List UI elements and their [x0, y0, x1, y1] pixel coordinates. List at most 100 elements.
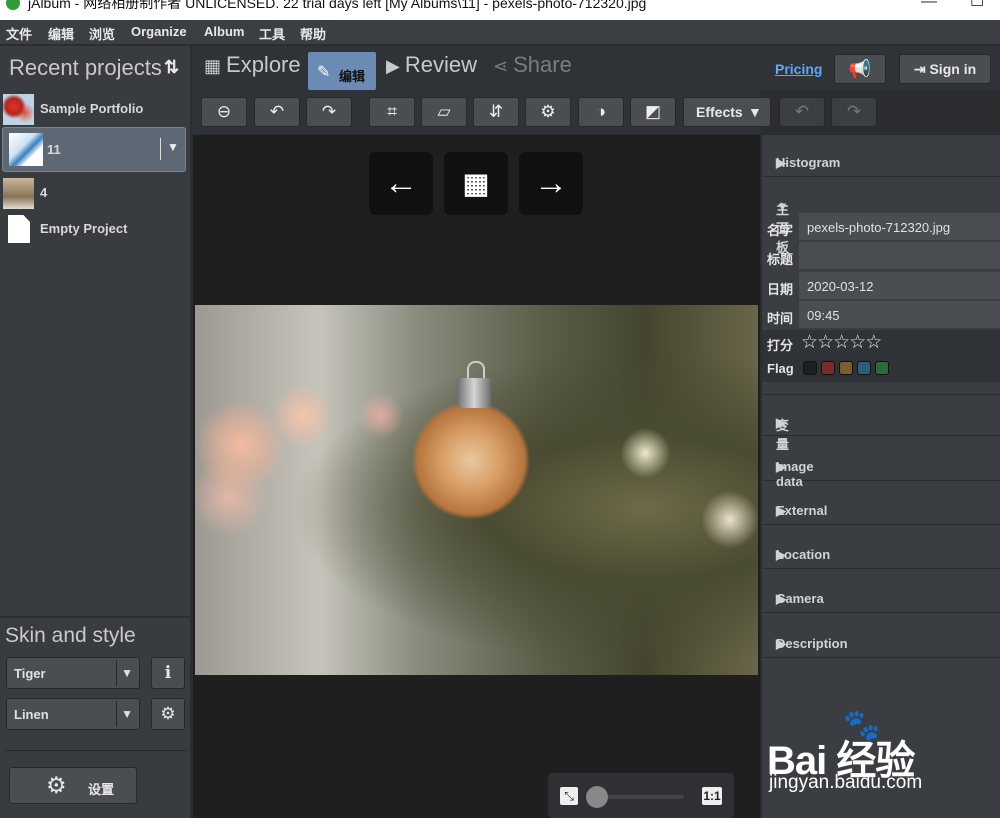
section-location[interactable]: ▶ Location: [762, 527, 1000, 569]
tab-explore-label: Explore: [226, 52, 301, 77]
tab-explore[interactable]: ▦ Explore: [204, 52, 301, 88]
project-item-4[interactable]: 4: [0, 174, 190, 212]
rating-stars[interactable]: ☆☆☆☆☆: [801, 331, 882, 354]
zoom-fit-icon[interactable]: ⤡: [560, 787, 578, 805]
grid-icon: ▦: [462, 168, 490, 199]
section-external[interactable]: ▶ External: [762, 483, 1000, 525]
tab-share[interactable]: ⋖ Share: [493, 52, 572, 88]
select-divider: [116, 660, 117, 686]
blank-file-icon: [8, 215, 30, 243]
grid-view-button[interactable]: ▦: [444, 152, 508, 215]
section-label: Histogram: [776, 155, 841, 170]
grid-icon: ▦: [204, 56, 222, 76]
star-icon[interactable]: ☆: [817, 332, 834, 353]
project-thumbnail: [3, 178, 34, 209]
prop-value-name[interactable]: pexels-photo-712320.jpg: [799, 213, 1000, 241]
skin-style-title: Skin and style: [5, 624, 136, 647]
previous-button[interactable]: ←: [369, 152, 433, 215]
section-variables[interactable]: ▶ 变量: [762, 394, 1000, 452]
star-icon[interactable]: ☆: [801, 332, 818, 353]
section-camera[interactable]: ▶ Camera: [762, 571, 1000, 613]
flip-icon: ⇵: [488, 102, 504, 121]
undo-button[interactable]: ↶: [779, 97, 825, 127]
minimize-icon[interactable]: —: [921, 0, 937, 10]
project-thumbnail: [9, 133, 43, 166]
contrast-button[interactable]: ◑: [578, 97, 624, 127]
chevron-down-icon: ▼: [748, 104, 762, 120]
prop-value-time[interactable]: 09:45: [799, 301, 1000, 329]
redo-button[interactable]: ↷: [831, 97, 877, 127]
sign-in-button[interactable]: ⇥ Sign in: [899, 54, 991, 84]
settings-button[interactable]: ⚙ 设置: [9, 767, 137, 804]
arrow-right-icon: →: [534, 164, 568, 202]
next-button[interactable]: →: [519, 152, 583, 215]
menu-edit[interactable]: 编辑: [48, 24, 74, 43]
skin-info-button[interactable]: ℹ: [151, 657, 185, 689]
rotate-left-button[interactable]: ↶: [254, 97, 300, 127]
maximize-icon[interactable]: ☐: [970, 0, 984, 10]
straighten-button[interactable]: ▱: [421, 97, 467, 127]
app-logo-icon: [6, 0, 20, 10]
zoom-slider-handle[interactable]: [586, 786, 608, 808]
minus-circle-icon: ⊖: [216, 102, 232, 121]
tab-review[interactable]: ▶ Review: [386, 52, 477, 88]
panel-divider: [5, 750, 187, 751]
window-title-bar: jAlbum - 网络相册制作者 UNLICENSED. 22 trial da…: [0, 0, 1000, 20]
prop-key-title: 标题: [767, 252, 794, 267]
flag-orange[interactable]: [839, 361, 853, 375]
style-select[interactable]: Linen ▼: [6, 698, 140, 730]
exposure-button[interactable]: ◩: [630, 97, 676, 127]
window-title: jAlbum - 网络相册制作者 UNLICENSED. 22 trial da…: [28, 0, 647, 11]
star-icon[interactable]: ☆: [833, 332, 850, 353]
sign-in-label: Sign in: [929, 61, 977, 77]
rotate-right-button[interactable]: ↷: [306, 97, 352, 127]
date-value: 2020-03-12: [807, 279, 874, 294]
announcement-button[interactable]: 📢: [834, 54, 886, 84]
exposure-icon: ◩: [644, 102, 662, 121]
item-divider: [160, 138, 161, 160]
tab-edit[interactable]: ✎ 编辑: [308, 52, 376, 90]
rotate-right-icon: ↷: [321, 102, 337, 121]
skin-select[interactable]: Tiger ▼: [6, 657, 140, 689]
chevron-down-icon[interactable]: ▼: [167, 140, 179, 154]
star-icon[interactable]: ☆: [849, 332, 866, 353]
gear-icon: ⚙: [540, 102, 556, 121]
pricing-link[interactable]: Pricing: [775, 61, 822, 77]
section-description[interactable]: ▶ Description: [762, 616, 1000, 658]
project-name: 11: [47, 142, 61, 157]
menu-file[interactable]: 文件: [6, 24, 32, 43]
project-item-sample-portfolio[interactable]: Sample Portfolio: [0, 90, 190, 128]
section-histogram[interactable]: ▶ Histogram: [762, 135, 1000, 177]
flip-button[interactable]: ⇵: [473, 97, 519, 127]
flag-none[interactable]: [803, 361, 817, 375]
menu-album[interactable]: Album: [204, 24, 244, 39]
menu-help[interactable]: 帮助: [300, 24, 326, 43]
flag-blue[interactable]: [857, 361, 871, 375]
settings-label: 设置: [88, 782, 115, 797]
project-item-empty[interactable]: Empty Project: [0, 210, 190, 248]
photo-preview[interactable]: [195, 305, 758, 675]
project-thumbnail: [3, 94, 34, 125]
section-image-data[interactable]: ▶ Image data: [762, 439, 1000, 489]
menu-tools[interactable]: 工具: [259, 24, 285, 43]
flag-red[interactable]: [821, 361, 835, 375]
tab-review-label: Review: [404, 52, 477, 77]
effects-label: Effects: [696, 104, 743, 120]
info-icon: ℹ: [164, 663, 172, 682]
zoom-1to1-button[interactable]: 1:1: [702, 787, 722, 805]
project-name: 4: [40, 185, 48, 200]
adjust-button[interactable]: ⚙: [525, 97, 571, 127]
prop-value-date[interactable]: 2020-03-12: [799, 272, 1000, 300]
crop-button[interactable]: ⌗: [369, 97, 415, 127]
style-settings-button[interactable]: ⚙: [151, 698, 185, 730]
menu-browse[interactable]: 浏览: [89, 24, 115, 43]
star-icon[interactable]: ☆: [865, 332, 882, 353]
prop-value-title[interactable]: [799, 242, 1000, 270]
remove-button[interactable]: ⊖: [201, 97, 247, 127]
effects-dropdown[interactable]: Effects ▼: [683, 97, 771, 127]
project-item-11[interactable]: 11 ▼: [2, 127, 186, 172]
sort-icon[interactable]: ⇅: [164, 57, 179, 78]
ornament-cap: [457, 378, 491, 408]
flag-green[interactable]: [875, 361, 889, 375]
menu-organize[interactable]: Organize: [131, 24, 187, 39]
